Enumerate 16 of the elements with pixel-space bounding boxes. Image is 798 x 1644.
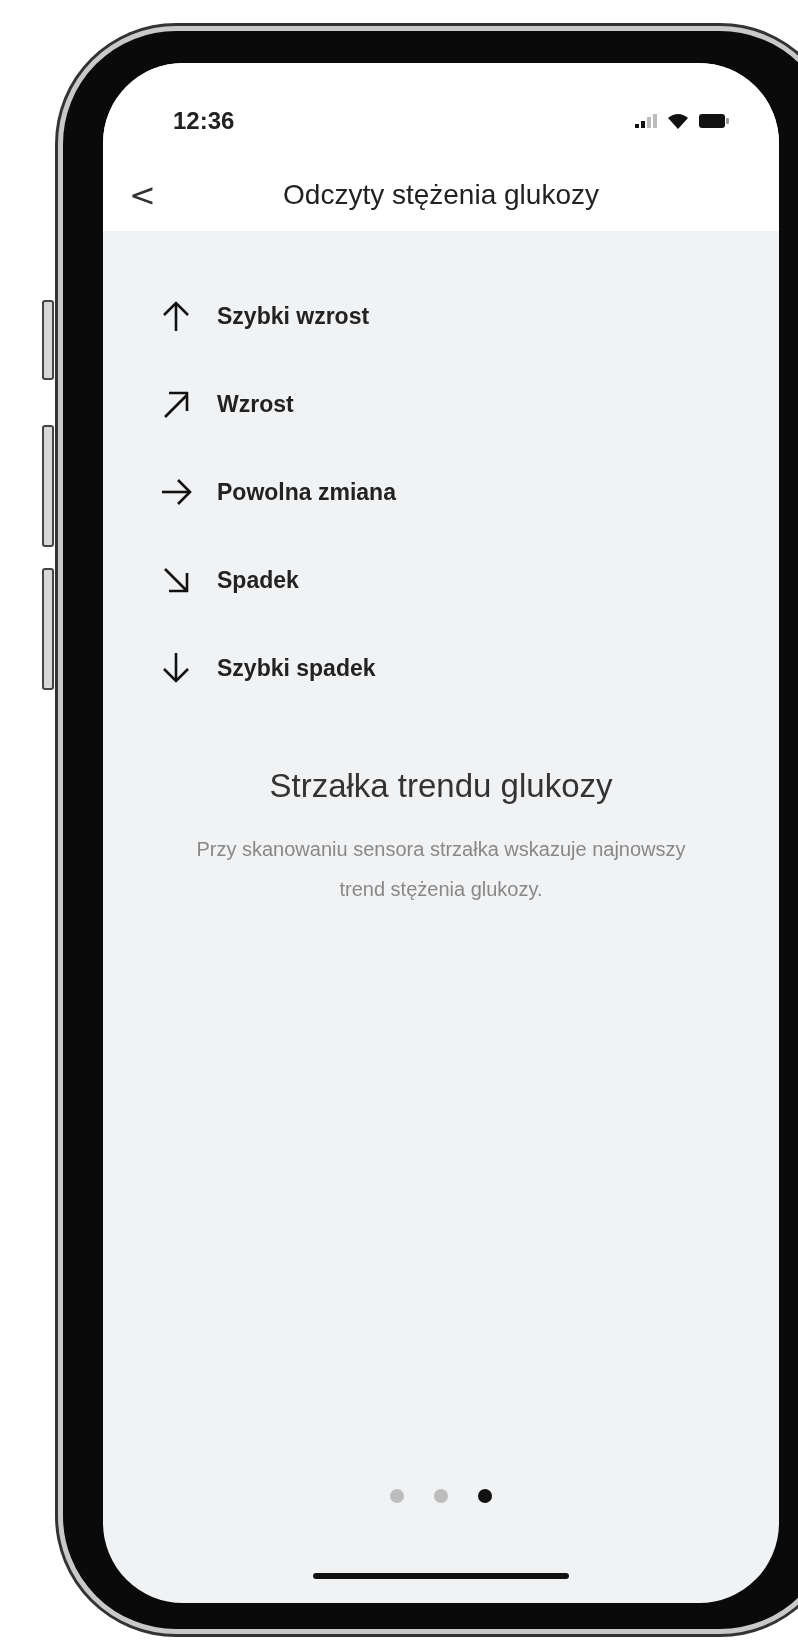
page-dot[interactable] xyxy=(434,1489,448,1503)
page-dot[interactable] xyxy=(478,1489,492,1503)
section-heading: Strzałka trendu glukozy xyxy=(269,767,613,805)
trend-label: Szybki wzrost xyxy=(217,302,370,330)
trend-label: Wzrost xyxy=(217,390,294,418)
wifi-icon xyxy=(667,113,689,129)
description-text: Przy skanowaniu sensora strzałka wskazuje najnowszy trend stężenia glukozy. xyxy=(195,837,687,902)
trend-label: Szybki spadek xyxy=(217,654,376,682)
trend-label: Spadek xyxy=(217,566,299,594)
status-time: 12:36 xyxy=(173,107,235,135)
back-button[interactable]: < xyxy=(123,176,162,214)
trend-label: Powolna zmiana xyxy=(217,478,396,506)
battery-icon xyxy=(699,114,729,128)
signal-icon xyxy=(635,114,657,128)
page-dot[interactable] xyxy=(390,1489,404,1503)
screen-title: Odczyty stężenia glukozy xyxy=(283,179,599,211)
